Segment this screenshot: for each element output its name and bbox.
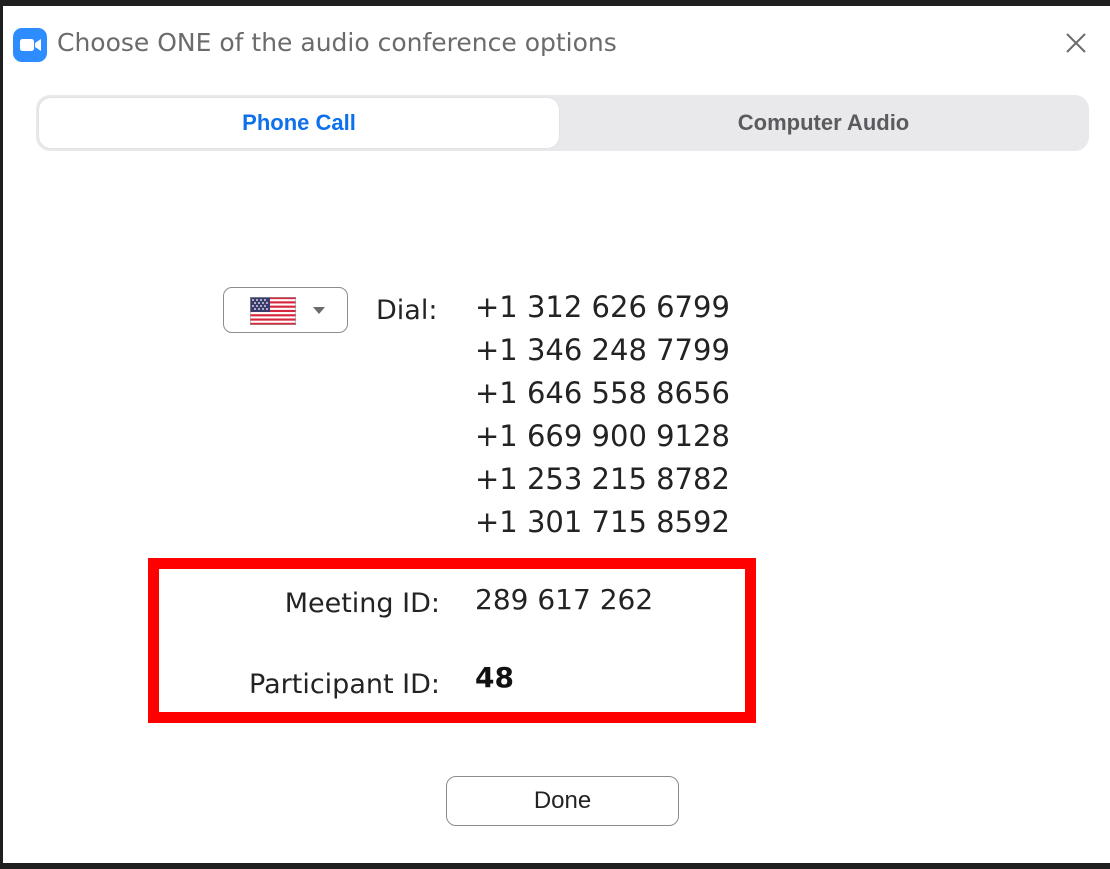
zoom-camera-icon [13, 28, 47, 62]
tab-label: Computer Audio [737, 110, 910, 135]
dial-number-list: +1 312 626 6799 +1 346 248 7799 +1 646 5… [475, 286, 730, 544]
audio-tabs: Phone Call Computer Audio [36, 95, 1089, 151]
dial-number: +1 346 248 7799 [475, 333, 730, 367]
dial-number: +1 646 558 8656 [475, 376, 730, 410]
done-button[interactable]: Done [446, 776, 679, 826]
tab-label: Phone Call [242, 110, 356, 135]
audio-options-dialog: Choose ONE of the audio conference optio… [0, 0, 1110, 869]
tab-computer-audio[interactable]: Computer Audio [561, 98, 1086, 148]
title-bar: Choose ONE of the audio conference optio… [3, 6, 1110, 76]
done-button-label: Done [533, 787, 592, 814]
chevron-down-icon [313, 307, 325, 314]
tab-phone-call[interactable]: Phone Call [39, 98, 559, 148]
close-icon[interactable] [1061, 28, 1091, 58]
country-select[interactable] [223, 287, 348, 333]
dial-number: +1 253 215 8782 [475, 462, 730, 496]
us-flag-icon [250, 297, 296, 325]
window-title: Choose ONE of the audio conference optio… [57, 28, 617, 57]
dial-number: +1 312 626 6799 [475, 290, 730, 324]
dial-number: +1 301 715 8592 [475, 505, 730, 539]
dial-label: Dial: [376, 295, 438, 326]
dial-number: +1 669 900 9128 [475, 419, 730, 453]
highlight-box [148, 558, 756, 723]
